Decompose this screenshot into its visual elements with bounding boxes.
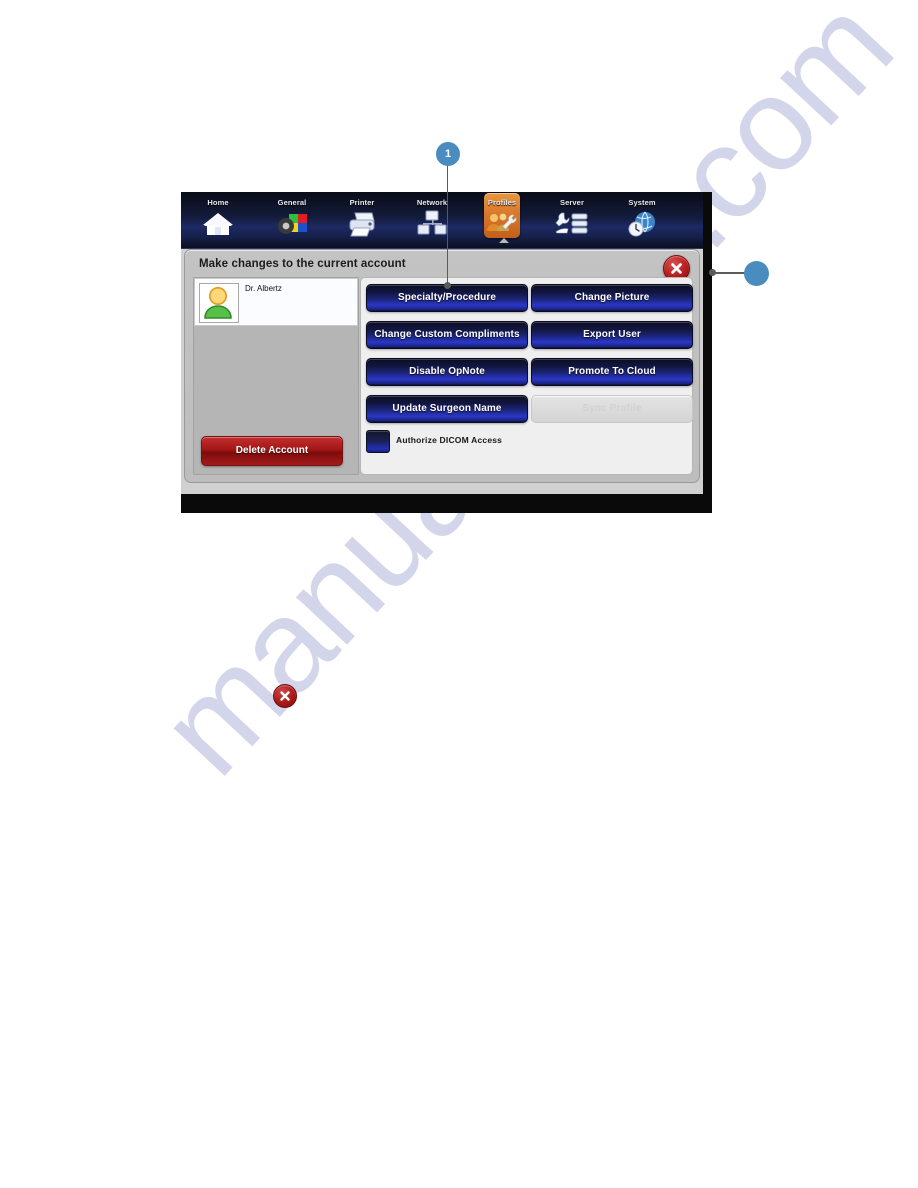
server-wrench-icon: [553, 209, 591, 243]
nav-label-system: System: [628, 198, 656, 207]
change-custom-compliments-button[interactable]: Change Custom Compliments: [366, 321, 528, 349]
nav-label-general: General: [277, 198, 307, 207]
person-avatar-icon: [199, 283, 239, 323]
callout-2-anchor-dot: [709, 269, 716, 276]
callout-1-leader-line: [447, 164, 449, 285]
callout-marker-1: 1: [436, 142, 460, 166]
nav-item-profiles[interactable]: Profiles: [471, 193, 533, 247]
active-tab-arrow: [499, 238, 509, 243]
checkbox-box[interactable]: [366, 430, 390, 453]
account-dialog: Make changes to the current account Dr. …: [184, 249, 700, 483]
change-picture-button[interactable]: Change Picture: [531, 284, 693, 312]
account-actions-pane: Specialty/Procedure Change Picture Chang…: [360, 277, 693, 475]
checkbox-label: Authorize DICOM Access: [396, 435, 503, 445]
delete-account-button[interactable]: Delete Account: [201, 436, 343, 466]
settings-toolbar: Home General Printer Network Profiles Se…: [181, 192, 703, 249]
printer-icon: [343, 209, 381, 243]
color-wheel-icon: [273, 209, 311, 243]
list-item[interactable]: Dr. Albertz: [194, 278, 358, 326]
nav-item-printer[interactable]: Printer: [331, 193, 393, 247]
nav-label-server: Server: [560, 198, 584, 207]
nav-label-printer: Printer: [349, 198, 375, 207]
user-list-pane: Dr. Albertz Delete Account: [193, 277, 359, 475]
network-icon: [413, 209, 451, 243]
callout-1-anchor-dot: [444, 282, 451, 289]
callout-marker-2: [744, 261, 769, 286]
update-surgeon-name-button[interactable]: Update Surgeon Name: [366, 395, 528, 423]
nav-item-system[interactable]: System: [611, 193, 673, 247]
export-user-button[interactable]: Export User: [531, 321, 693, 349]
nav-label-profiles: Profiles: [487, 198, 517, 207]
disable-opnote-button[interactable]: Disable OpNote: [366, 358, 528, 386]
authorize-dicom-access-checkbox[interactable]: Authorize DICOM Access: [366, 430, 616, 454]
nav-label-network: Network: [416, 198, 448, 207]
dialog-title: Make changes to the current account: [199, 258, 406, 270]
page-watermark: manualshive.com: [0, 0, 918, 1188]
nav-item-home[interactable]: Home: [187, 193, 249, 247]
promote-to-cloud-button[interactable]: Promote To Cloud: [531, 358, 693, 386]
house-icon: [199, 209, 237, 243]
nav-label-home: Home: [207, 198, 229, 207]
nav-item-general[interactable]: General: [261, 193, 323, 247]
globe-clock-icon: [623, 209, 661, 243]
nav-item-server[interactable]: Server: [541, 193, 603, 247]
sync-profile-button: Sync Profile: [531, 395, 693, 423]
device-screen: Home General Printer Network Profiles Se…: [181, 192, 703, 494]
callout-2-leader-line: [713, 272, 746, 274]
close-x-icon: [273, 684, 297, 708]
nav-item-network[interactable]: Network: [401, 193, 463, 247]
user-name-label: Dr. Albertz: [245, 284, 282, 293]
